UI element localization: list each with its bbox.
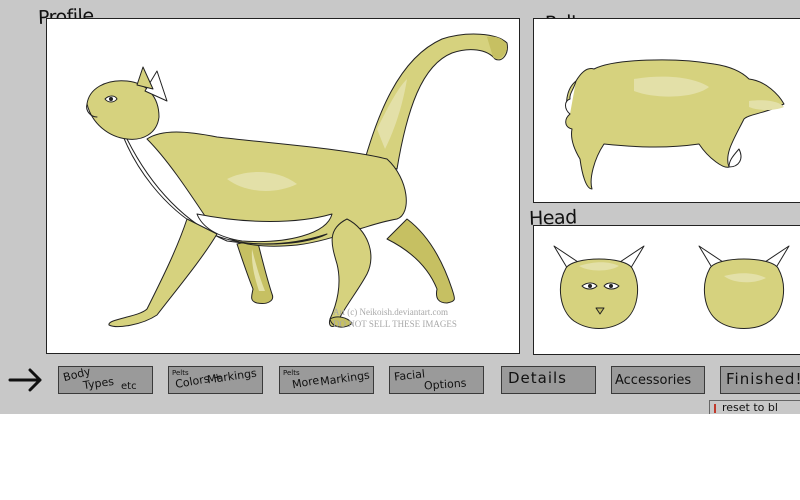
- head-back-view: [698, 245, 790, 329]
- cat-profile-image: Art (c) Neikoish.deviantart.com DO NOT S…: [86, 33, 508, 329]
- body-types-line2: Types: [82, 374, 115, 393]
- finished-label: Finished!: [726, 370, 800, 388]
- credit-line-2: DO NOT SELL THESE IMAGES: [333, 319, 457, 329]
- body-types-line3: etc: [121, 381, 137, 392]
- credit-line-1: Art (c) Neikoish.deviantart.com: [333, 307, 448, 317]
- reset-label: reset to bl: [722, 401, 778, 414]
- finished-button[interactable]: Finished!: [720, 366, 800, 394]
- pelt-panel: [533, 18, 800, 203]
- cat-leg-back-far: [386, 218, 455, 304]
- facial-options-line1: Facial: [393, 367, 426, 384]
- cat-ear-back: [136, 66, 154, 90]
- right-arrow-icon: [8, 368, 42, 392]
- head-front-view: [553, 245, 645, 329]
- cat-leg-front-near: [108, 218, 218, 328]
- reset-marker-icon: [714, 404, 720, 413]
- cat-maker-app: Profile Art (c) Neikoish.deviantart.com …: [0, 0, 800, 414]
- accessories-label: Accessories: [615, 373, 692, 388]
- details-button[interactable]: Details: [501, 366, 596, 394]
- cat-pelt-image: [565, 59, 785, 190]
- body-types-button[interactable]: Body Types etc: [58, 366, 153, 394]
- head-panel: [533, 225, 800, 355]
- accessories-button[interactable]: Accessories: [611, 366, 705, 394]
- art-credit: Art (c) Neikoish.deviantart.com DO NOT S…: [333, 307, 457, 329]
- cat-head-images: [553, 245, 790, 329]
- cat-tail: [364, 33, 508, 170]
- more-markings-button[interactable]: Pelts More Markings: [279, 366, 374, 394]
- facial-options-button[interactable]: Facial Options: [389, 366, 484, 394]
- facial-options-line2: Options: [423, 376, 467, 393]
- more-markings-line2: Markings: [319, 368, 371, 389]
- profile-panel: Art (c) Neikoish.deviantart.com DO NOT S…: [46, 18, 520, 354]
- details-label: Details: [508, 369, 568, 387]
- reset-button[interactable]: reset to bl: [709, 400, 800, 414]
- colors-markings-button[interactable]: Pelts Colors + Markings: [168, 366, 263, 394]
- more-markings-line1: More: [291, 373, 321, 392]
